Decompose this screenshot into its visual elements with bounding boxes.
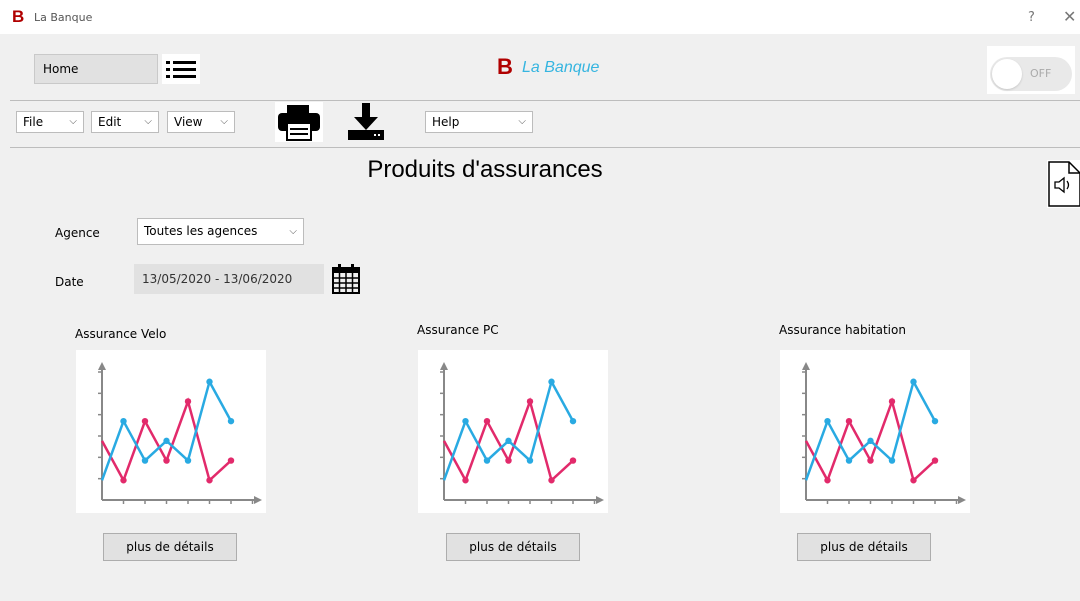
- data-point: [548, 378, 555, 385]
- chart-panel: [780, 350, 970, 513]
- data-point: [867, 437, 874, 445]
- date-range-field[interactable]: 13/05/2020 - 13/06/2020: [134, 264, 324, 294]
- series-line: [442, 378, 575, 481]
- data-point: [483, 457, 491, 464]
- data-point: [888, 398, 896, 405]
- download-icon: [348, 103, 384, 140]
- data-point: [141, 417, 149, 425]
- home-field[interactable]: Home: [34, 54, 158, 84]
- data-point: [867, 457, 874, 464]
- data-point: [462, 417, 469, 425]
- data-point: [931, 457, 939, 464]
- data-point: [505, 437, 512, 445]
- chevron-down-icon: ⌵: [518, 116, 526, 127]
- data-point: [483, 417, 491, 425]
- agence-select-value: Toutes les agences: [144, 224, 258, 238]
- line-chart: [802, 362, 966, 504]
- data-point: [910, 378, 917, 385]
- data-point: [206, 477, 213, 484]
- details-button[interactable]: plus de détails: [446, 533, 580, 561]
- menu-button[interactable]: [162, 54, 200, 84]
- divider: [10, 147, 1080, 148]
- card-title: Assurance Velo: [75, 327, 167, 341]
- details-button[interactable]: plus de détails: [797, 533, 931, 561]
- print-button[interactable]: [275, 102, 323, 142]
- help-menu[interactable]: Help ⌵: [425, 111, 533, 133]
- brand-logo: B: [497, 54, 513, 79]
- window-help-button[interactable]: ?: [1028, 10, 1035, 25]
- data-point: [505, 457, 512, 464]
- data-point: [163, 457, 170, 464]
- data-point: [845, 417, 853, 425]
- agence-select[interactable]: Toutes les agences ⌵: [137, 218, 304, 245]
- divider: [10, 100, 1080, 101]
- data-point: [184, 457, 192, 464]
- y-axis-arrow: [802, 362, 810, 370]
- line-chart: [440, 362, 604, 504]
- data-point: [845, 457, 853, 464]
- x-axis-arrow: [596, 496, 604, 504]
- line-chart: [98, 362, 262, 504]
- data-point: [526, 398, 534, 405]
- chart-panel: [76, 350, 266, 513]
- data-point: [120, 417, 127, 425]
- data-point: [888, 457, 896, 464]
- edit-menu[interactable]: Edit ⌵: [91, 111, 159, 133]
- view-menu-label: View: [174, 115, 203, 129]
- speaker-button[interactable]: [1047, 160, 1080, 208]
- toggle-knob[interactable]: [992, 59, 1022, 89]
- card-title: Assurance habitation: [779, 323, 906, 337]
- page-title: Produits d'assurances: [367, 156, 603, 183]
- data-point: [206, 378, 213, 385]
- chevron-down-icon: ⌵: [220, 116, 228, 127]
- card-title: Assurance PC: [417, 323, 499, 337]
- view-menu[interactable]: View ⌵: [167, 111, 235, 133]
- printer-icon: [278, 105, 320, 141]
- help-menu-label: Help: [432, 115, 460, 129]
- edit-menu-label: Edit: [98, 115, 122, 129]
- data-point: [120, 477, 127, 484]
- data-point: [824, 477, 831, 484]
- download-button[interactable]: [343, 102, 389, 142]
- agence-label: Agence: [55, 226, 100, 240]
- data-point: [462, 477, 469, 484]
- data-point: [910, 477, 917, 484]
- data-point: [548, 477, 555, 484]
- chevron-down-icon: ⌵: [289, 226, 297, 237]
- speaker-icon: [1048, 161, 1080, 207]
- y-axis-arrow: [440, 362, 448, 370]
- chevron-down-icon: ⌵: [69, 116, 77, 127]
- series-line: [100, 378, 233, 481]
- title-bar: [0, 0, 1080, 34]
- app-logo: B: [12, 7, 25, 26]
- data-point: [141, 457, 149, 464]
- chart-panel: [418, 350, 608, 513]
- data-point: [931, 417, 939, 425]
- toggle-label: OFF: [1030, 67, 1052, 80]
- calendar-button[interactable]: [330, 263, 362, 295]
- data-point: [526, 457, 534, 464]
- x-axis-arrow: [958, 496, 966, 504]
- brand-name: La Banque: [522, 59, 600, 76]
- data-point: [569, 457, 577, 464]
- data-point: [227, 417, 235, 425]
- y-axis-arrow: [98, 362, 106, 370]
- x-axis-arrow: [254, 496, 262, 504]
- hamburger-list-icon: [166, 61, 196, 78]
- calendar-icon: [332, 264, 360, 294]
- details-button[interactable]: plus de détails: [103, 533, 237, 561]
- file-menu[interactable]: File ⌵: [16, 111, 84, 133]
- data-point: [163, 437, 170, 445]
- data-point: [569, 417, 577, 425]
- data-point: [227, 457, 235, 464]
- data-point: [824, 417, 831, 425]
- window-close-button[interactable]: ✕: [1063, 7, 1076, 26]
- file-menu-label: File: [23, 115, 44, 129]
- date-label: Date: [55, 275, 84, 289]
- window-title: La Banque: [34, 11, 93, 24]
- data-point: [184, 398, 192, 405]
- chevron-down-icon: ⌵: [144, 116, 152, 127]
- series-line: [804, 378, 937, 481]
